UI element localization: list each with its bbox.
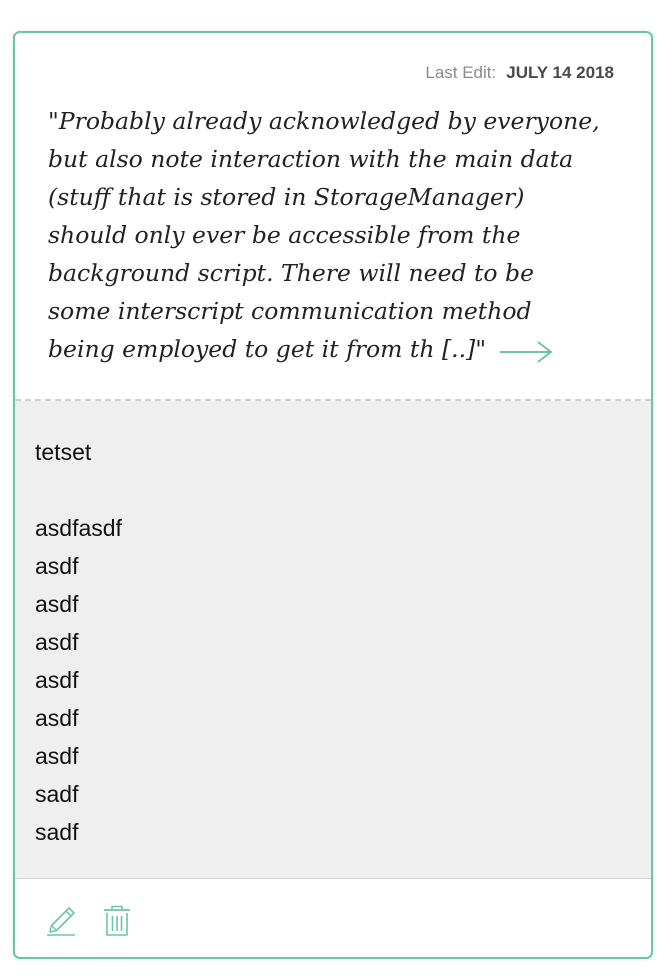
note-line: asdf	[35, 743, 79, 769]
note-lines: tetset asdfasdf asdf asdf asdf asdf asdf…	[35, 433, 122, 851]
note-line: asdf	[35, 629, 79, 655]
note-line: sadf	[35, 781, 79, 807]
highlight-quote: "Probably already acknowledged by everyo…	[48, 102, 638, 368]
quote-line: some interscript communication method	[48, 297, 532, 325]
note-line	[35, 471, 122, 509]
note-line: sadf	[35, 819, 79, 845]
note-line: asdf	[35, 553, 79, 579]
pencil-icon	[47, 907, 75, 936]
note-line: asdfasdf	[35, 515, 122, 541]
card-header: Last Edit: JULY 14 2018 "Probably already…	[15, 33, 651, 399]
arrow-right-icon	[500, 340, 553, 363]
last-edit-date: JULY 14 2018	[506, 63, 614, 82]
note-line: tetset	[35, 439, 92, 465]
quote-line: (stuff that is stored in StorageManager)	[48, 183, 525, 211]
delete-button[interactable]	[99, 904, 135, 938]
note-line: asdf	[35, 591, 79, 617]
note-line: asdf	[35, 705, 79, 731]
quote-line: but also note interaction with the main …	[48, 145, 574, 173]
annotation-card: Last Edit: JULY 14 2018 "Probably already…	[13, 31, 653, 959]
quote-line: "Probably already acknowledged by everyo…	[48, 107, 600, 135]
quote-line: should only ever be accessible from the	[48, 221, 521, 249]
go-to-highlight-link[interactable]	[498, 337, 554, 363]
card-actions	[15, 880, 651, 957]
quote-line: being employed to get it from th [..]"	[48, 335, 487, 363]
quote-line-last: being employed to get it from th [..]"	[48, 330, 638, 368]
quote-line: background script. There will need to be	[48, 259, 534, 287]
last-edit-info: Last Edit: JULY 14 2018	[425, 62, 614, 84]
last-edit-label: Last Edit:	[425, 63, 497, 82]
trash-icon	[104, 905, 130, 936]
edit-button[interactable]	[43, 904, 79, 938]
note-body: tetset asdfasdf asdf asdf asdf asdf asdf…	[15, 401, 651, 879]
note-line: asdf	[35, 667, 79, 693]
